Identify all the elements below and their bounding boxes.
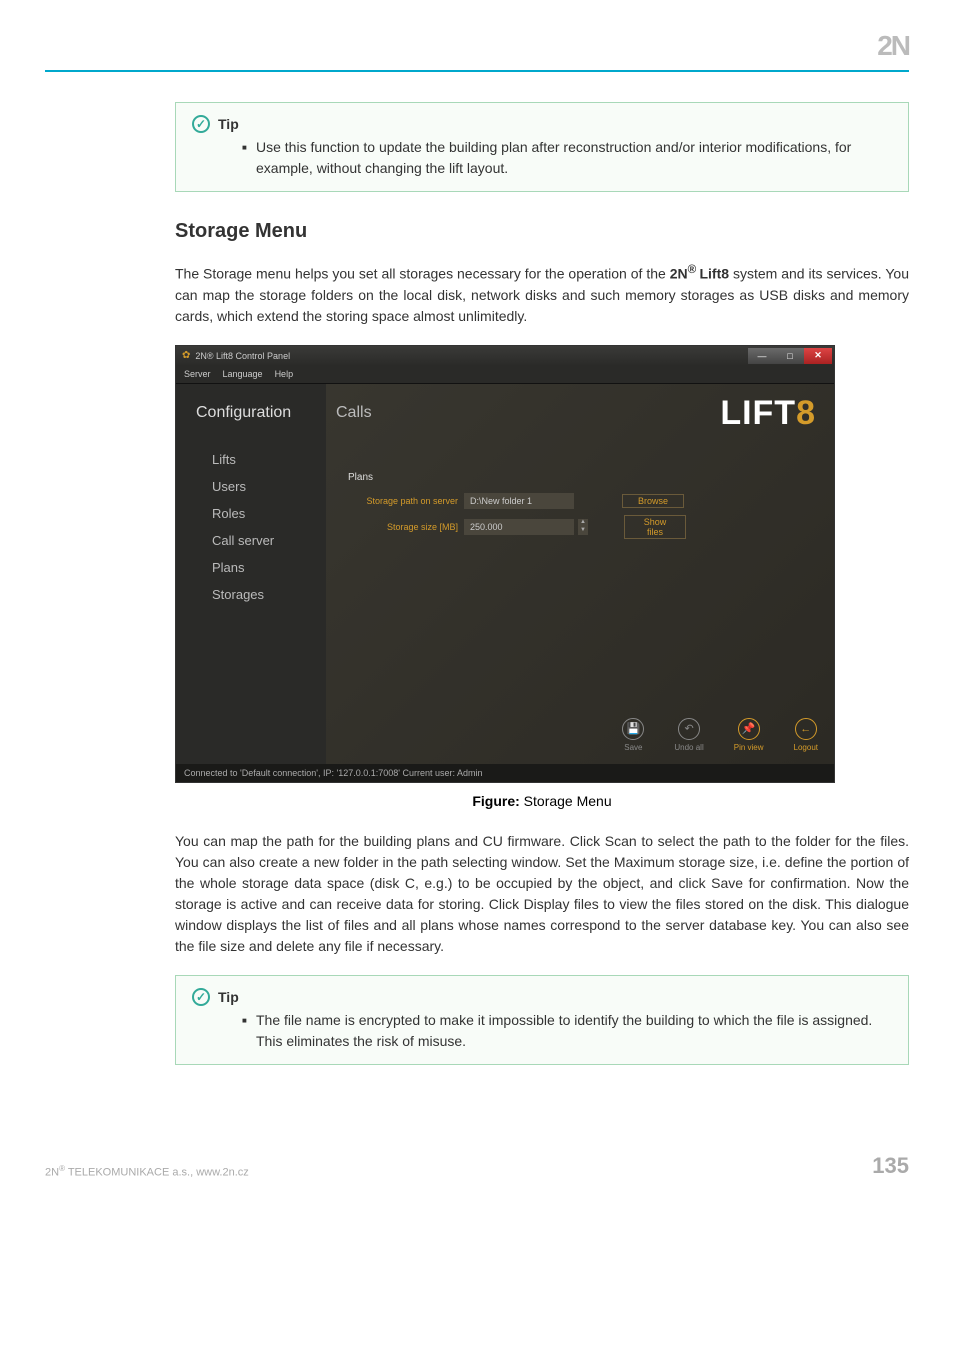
tip-box-2: ✓ Tip The file name is encrypted to make… — [175, 975, 909, 1065]
close-button[interactable]: ✕ — [804, 348, 832, 364]
sidebar-item-plans[interactable]: Plans — [212, 554, 326, 581]
logout-icon: ← — [795, 718, 817, 740]
menu-bar: Server Language Help — [176, 366, 834, 384]
maximize-button[interactable]: □ — [776, 348, 804, 364]
minimize-button[interactable]: — — [748, 348, 776, 364]
screenshot: ✿ 2N® Lift8 Control Panel — □ ✕ Server L… — [175, 345, 909, 783]
footer-text: 2N® TELEKOMUNIKACE a.s., www.2n.cz — [45, 1164, 249, 1179]
lift8-logo: LIFT8 — [720, 394, 816, 433]
menu-server[interactable]: Server — [184, 369, 211, 379]
status-bar: Connected to 'Default connection', IP: '… — [176, 764, 834, 782]
storage-size-label: Storage size [MB] — [348, 522, 458, 532]
gear-icon: ✿ — [182, 350, 190, 361]
sidebar-item-storages[interactable]: Storages — [212, 581, 326, 608]
check-circle-icon: ✓ — [192, 115, 210, 133]
pin-action[interactable]: 📌 Pin view — [734, 718, 764, 752]
header-bar: 2N — [45, 30, 909, 72]
page-number: 135 — [872, 1153, 909, 1179]
pin-icon: 📌 — [738, 718, 760, 740]
tip-label: Tip — [218, 989, 239, 1005]
menu-language[interactable]: Language — [223, 369, 263, 379]
sidebar-item-users[interactable]: Users — [212, 473, 326, 500]
sidebar-item-lifts[interactable]: Lifts — [212, 446, 326, 473]
check-circle-icon: ✓ — [192, 988, 210, 1006]
figure-caption: Figure: Storage Menu — [175, 793, 909, 809]
body-paragraph-2: You can map the path for the building pl… — [175, 831, 909, 957]
footer: 2N® TELEKOMUNIKACE a.s., www.2n.cz 135 — [0, 1113, 954, 1199]
sidebar: Configuration Lifts Users Roles Call ser… — [176, 384, 326, 764]
spinner[interactable]: ▲▼ — [578, 519, 588, 535]
sidebar-item-roles[interactable]: Roles — [212, 500, 326, 527]
logout-action[interactable]: ← Logout — [794, 718, 818, 752]
storage-path-label: Storage path on server — [348, 496, 458, 506]
sidebar-item-call-server[interactable]: Call server — [212, 527, 326, 554]
main-area: Calls LIFT8 Plans Storage path on server… — [326, 384, 834, 764]
save-icon: 💾 — [622, 718, 644, 740]
undo-action[interactable]: ↶ Undo all — [674, 718, 703, 752]
window-title: 2N® Lift8 Control Panel — [195, 351, 290, 361]
tip-text: The file name is encrypted to make it im… — [242, 1010, 892, 1052]
sidebar-title: Configuration — [196, 404, 326, 422]
tip-box-1: ✓ Tip Use this function to update the bu… — [175, 102, 909, 192]
tip-label: Tip — [218, 116, 239, 132]
panel-label: Plans — [348, 472, 834, 483]
title-bar: ✿ 2N® Lift8 Control Panel — □ ✕ — [176, 346, 834, 366]
show-files-button[interactable]: Show files — [624, 515, 686, 539]
brand-logo-top: 2N — [877, 30, 909, 62]
storage-path-input[interactable] — [464, 493, 574, 509]
menu-help[interactable]: Help — [275, 369, 294, 379]
storage-size-input[interactable] — [464, 519, 574, 535]
section-title: Storage Menu — [175, 220, 909, 243]
app-window: ✿ 2N® Lift8 Control Panel — □ ✕ Server L… — [175, 345, 835, 783]
tip-text: Use this function to update the building… — [242, 137, 892, 179]
browse-button[interactable]: Browse — [622, 494, 684, 508]
undo-icon: ↶ — [678, 718, 700, 740]
intro-paragraph: The Storage menu helps you set all stora… — [175, 261, 909, 327]
save-action[interactable]: 💾 Save — [622, 718, 644, 752]
